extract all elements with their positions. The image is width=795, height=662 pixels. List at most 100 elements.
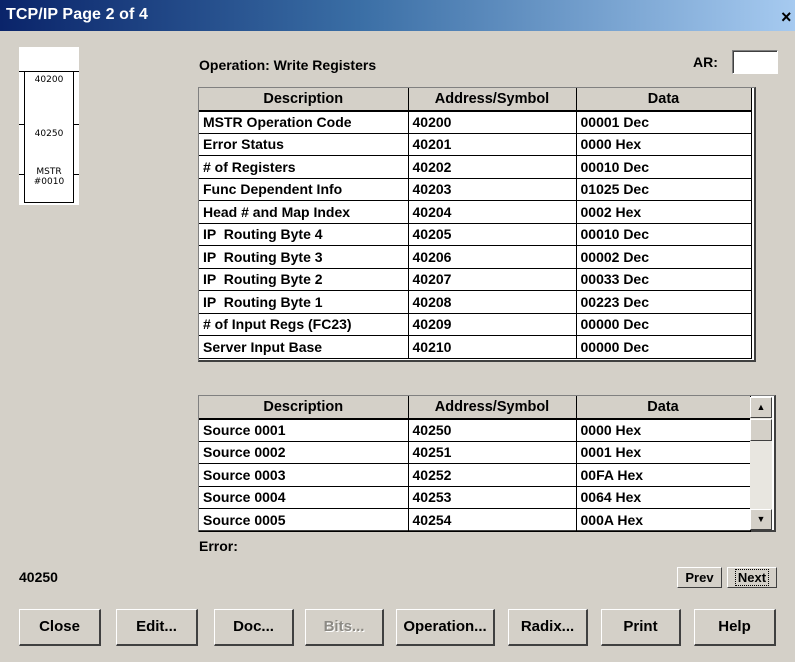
cell-address[interactable]: 40200 [408,110,577,134]
cell-data[interactable]: 00010 Dec [576,223,752,246]
cell-address[interactable]: 40252 [408,463,577,487]
print-button[interactable]: Print [601,609,681,646]
table-row[interactable]: Source 0001 40250 0000 Hex [199,418,751,442]
source-registers-table: Description Address/Symbol Data Source 0… [198,395,776,532]
column-header-description: Description [199,88,409,112]
cell-address[interactable]: 40205 [408,223,577,246]
cell-address[interactable]: 40207 [408,268,577,291]
cell-address[interactable]: 40253 [408,486,577,509]
cell-data[interactable]: 0064 Hex [576,486,751,509]
table-row[interactable]: IP Routing Byte 3 40206 00002 Dec [199,245,752,269]
close-icon[interactable]: × [781,8,795,26]
radix-button[interactable]: Radix... [508,609,588,646]
ar-field[interactable] [732,50,778,74]
cell-address[interactable]: 40254 [408,508,577,532]
cell-data[interactable]: 00000 Dec [576,313,752,336]
cell-address[interactable]: 40201 [408,133,577,156]
scroll-down-icon[interactable]: ▼ [750,509,772,530]
cell-data[interactable]: 000A Hex [576,508,751,532]
table-row[interactable]: Source 0002 40251 0001 Hex [199,441,751,464]
cell-data[interactable]: 00002 Dec [576,245,752,269]
cell-description: IP Routing Byte 1 [199,290,409,314]
table-row[interactable]: Source 0003 40252 00FA Hex [199,463,751,487]
cell-description: Head # and Map Index [199,200,409,224]
cell-data[interactable]: 00FA Hex [576,463,751,487]
block-length-label: #0010 [33,177,65,187]
table-row[interactable]: Head # and Map Index 40204 0002 Hex [199,200,752,224]
table-row[interactable]: # of Input Regs (FC23) 40209 00000 Dec [199,313,752,336]
cell-description: Server Input Base [199,335,409,359]
table-row[interactable]: Server Input Base 40210 00000 Dec [199,335,752,359]
table-row[interactable]: Source 0004 40253 0064 Hex [199,486,751,509]
next-button-label: Next [734,569,770,586]
cell-description: Error Status [199,133,409,156]
table-row[interactable]: IP Routing Byte 1 40208 00223 Dec [199,290,752,314]
cell-data[interactable]: 01025 Dec [576,178,752,201]
cell-description: Func Dependent Info [199,178,409,201]
cell-description: Source 0004 [199,486,409,509]
cell-address[interactable]: 40251 [408,441,577,464]
table-row[interactable]: Func Dependent Info 40203 01025 Dec [199,178,752,201]
table-header-row: Description Address/Symbol Data [199,396,751,420]
block-mid-label: 40250 [34,129,64,139]
cell-description: IP Routing Byte 2 [199,268,409,291]
cell-description: # of Registers [199,155,409,179]
source-table-scrollbar[interactable]: ▲ ▼ [750,397,772,530]
cell-description: # of Input Regs (FC23) [199,313,409,336]
cell-data[interactable]: 00001 Dec [576,110,752,134]
close-button[interactable]: Close [19,609,101,646]
cell-description: IP Routing Byte 4 [199,223,409,246]
block-top-label: 40200 [34,75,64,85]
cell-address[interactable]: 40203 [408,178,577,201]
window-title: TCP/IP Page 2 of 4 [6,6,148,23]
operation-label: Operation: Write Registers [199,57,377,73]
current-address: 40250 [19,569,58,585]
operation-button[interactable]: Operation... [396,609,495,646]
table-row[interactable]: IP Routing Byte 2 40207 00033 Dec [199,268,752,291]
edit-button[interactable]: Edit... [116,609,198,646]
block-pin-mid-right [74,124,79,125]
block-pin-bottom-right [74,174,79,175]
cell-address[interactable]: 40204 [408,200,577,224]
table-row[interactable]: Source 0005 40254 000A Hex [199,508,751,532]
block-type-label: MSTR [36,167,62,177]
help-button[interactable]: Help [694,609,776,646]
column-header-data: Data [576,88,752,112]
title-bar: TCP/IP Page 2 of 4 × [0,0,795,31]
cell-description: Source 0002 [199,441,409,464]
cell-data[interactable]: 0001 Hex [576,441,751,464]
cell-data[interactable]: 00000 Dec [576,335,752,359]
ar-label: AR: [693,54,718,70]
table-row[interactable]: IP Routing Byte 4 40205 00010 Dec [199,223,752,246]
column-header-address: Address/Symbol [408,396,577,420]
bits-button[interactable]: Bits... [305,609,384,646]
table-row[interactable]: MSTR Operation Code 40200 00001 Dec [199,110,752,134]
cell-address[interactable]: 40210 [408,335,577,359]
cell-data[interactable]: 00033 Dec [576,268,752,291]
cell-data[interactable]: 00010 Dec [576,155,752,179]
cell-description: Source 0003 [199,463,409,487]
next-button[interactable]: Next [727,567,777,588]
doc-button[interactable]: Doc... [214,609,294,646]
cell-address[interactable]: 40250 [408,418,577,442]
cell-address[interactable]: 40206 [408,245,577,269]
column-header-description: Description [199,396,409,420]
scroll-up-icon[interactable]: ▲ [750,397,772,418]
cell-data[interactable]: 0000 Hex [576,418,751,442]
cell-description: IP Routing Byte 3 [199,245,409,269]
table-row[interactable]: Error Status 40201 0000 Hex [199,133,752,156]
cell-address[interactable]: 40209 [408,313,577,336]
cell-data[interactable]: 00223 Dec [576,290,752,314]
cell-description: Source 0005 [199,508,409,532]
cell-description: Source 0001 [199,418,409,442]
scroll-thumb[interactable] [750,419,772,441]
prev-button[interactable]: Prev [677,567,722,588]
table-row[interactable]: # of Registers 40202 00010 Dec [199,155,752,179]
cell-data[interactable]: 0000 Hex [576,133,752,156]
cell-data[interactable]: 0002 Hex [576,200,752,224]
control-registers-table: Description Address/Symbol Data MSTR Ope… [198,87,756,362]
cell-description: MSTR Operation Code [199,110,409,134]
cell-address[interactable]: 40208 [408,290,577,314]
cell-address[interactable]: 40202 [408,155,577,179]
column-header-data: Data [576,396,751,420]
